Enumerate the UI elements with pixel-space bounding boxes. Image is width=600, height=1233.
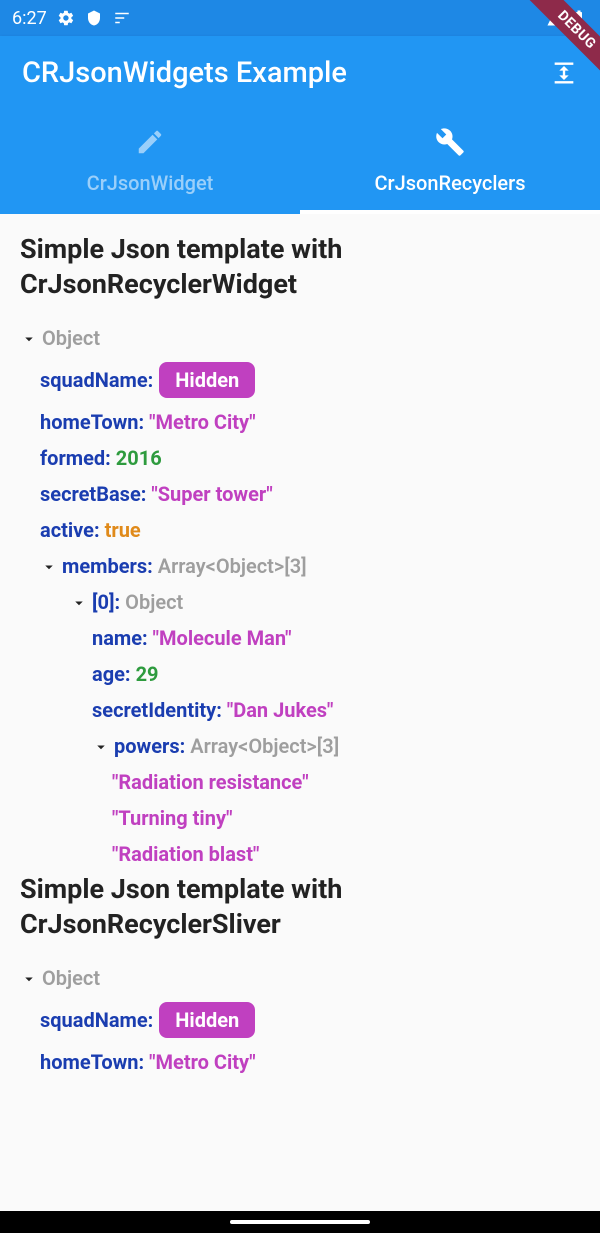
app-bar: CRJsonWidgets Example (0, 36, 600, 108)
json-hometown-2[interactable]: homeTown: "Metro City" (20, 1044, 580, 1080)
hidden-badge[interactable]: Hidden (159, 362, 255, 398)
json-number: 29 (136, 662, 159, 686)
tab-label: CrJsonWidget (87, 171, 214, 195)
json-formed[interactable]: formed: 2016 (20, 440, 580, 476)
json-type: Object (42, 326, 100, 350)
caret-down-icon (70, 593, 88, 611)
json-m0-name[interactable]: name: "Molecule Man" (20, 620, 580, 656)
json-key: secretIdentity: (92, 698, 222, 722)
content-area[interactable]: Simple Json template with CrJsonRecycler… (0, 214, 600, 1098)
json-key: secretBase: (40, 482, 146, 506)
tab-crjsonrecyclers[interactable]: CrJsonRecyclers (300, 108, 600, 214)
json-key: age: (92, 662, 131, 686)
json-key: homeTown: (40, 1050, 144, 1074)
status-bar: 6:27 (0, 0, 600, 36)
json-squadname[interactable]: squadName: Hidden (20, 356, 580, 404)
json-key: powers: (114, 734, 185, 758)
json-string: "Metro City" (149, 1050, 255, 1074)
section-title-1: Simple Json template with CrJsonRecycler… (20, 232, 580, 302)
json-key: members: (62, 554, 153, 578)
json-m0-age[interactable]: age: 29 (20, 656, 580, 692)
json-type: Object (125, 590, 183, 614)
json-string: "Molecule Man" (153, 626, 292, 650)
json-hometown[interactable]: homeTown: "Metro City" (20, 404, 580, 440)
caret-down-icon (20, 969, 38, 987)
json-type: Object (42, 966, 100, 990)
tab-label: CrJsonRecyclers (374, 171, 525, 195)
json-member-0[interactable]: [0]: Object (20, 584, 580, 620)
json-type: Array<Object>[3] (190, 734, 339, 758)
gear-icon (57, 9, 75, 27)
android-nav-bar (0, 1211, 600, 1233)
caret-down-icon (20, 329, 38, 347)
json-m0-power-2[interactable]: "Radiation blast" (20, 836, 580, 872)
json-string: "Radiation resistance" (112, 770, 309, 794)
json-string: "Radiation blast" (112, 842, 259, 866)
json-m0-secret[interactable]: secretIdentity: "Dan Jukes" (20, 692, 580, 728)
section-title-2: Simple Json template with CrJsonRecycler… (20, 872, 580, 942)
json-m0-powers[interactable]: powers: Array<Object>[3] (20, 728, 580, 764)
json-string: "Super tower" (151, 482, 272, 506)
json-root[interactable]: Object (20, 320, 580, 356)
json-squadname-2[interactable]: squadName: Hidden (20, 996, 580, 1044)
expand-vertical-icon[interactable] (550, 59, 578, 87)
caret-down-icon (40, 557, 58, 575)
json-key: active: (40, 518, 100, 542)
json-key: squadName: (40, 368, 153, 392)
json-key: [0]: (92, 590, 120, 614)
pencil-icon (135, 127, 165, 157)
json-key: formed: (40, 446, 111, 470)
json-root-2[interactable]: Object (20, 960, 580, 996)
json-number: 2016 (116, 446, 162, 470)
hidden-badge[interactable]: Hidden (159, 1002, 255, 1038)
tab-crjsonwidget[interactable]: CrJsonWidget (0, 108, 300, 214)
json-members[interactable]: members: Array<Object>[3] (20, 548, 580, 584)
json-key: squadName: (40, 1008, 153, 1032)
caret-down-icon (92, 737, 110, 755)
json-key: name: (92, 626, 148, 650)
controls-icon (113, 9, 131, 27)
json-secretbase[interactable]: secretBase: "Super tower" (20, 476, 580, 512)
json-active[interactable]: active: true (20, 512, 580, 548)
json-bool: true (105, 518, 141, 542)
tools-icon (435, 127, 465, 157)
status-time: 6:27 (12, 8, 47, 29)
json-string: "Turning tiny" (112, 806, 233, 830)
nav-pill[interactable] (230, 1220, 370, 1224)
json-string: "Metro City" (149, 410, 255, 434)
json-type: Array<Object>[3] (158, 554, 307, 578)
json-m0-power-0[interactable]: "Radiation resistance" (20, 764, 580, 800)
app-title: CRJsonWidgets Example (22, 56, 550, 90)
shield-icon (85, 9, 103, 27)
tab-bar: CrJsonWidget CrJsonRecyclers (0, 108, 600, 214)
json-string: "Dan Jukes" (227, 698, 334, 722)
json-m0-power-1[interactable]: "Turning tiny" (20, 800, 580, 836)
json-key: homeTown: (40, 410, 144, 434)
